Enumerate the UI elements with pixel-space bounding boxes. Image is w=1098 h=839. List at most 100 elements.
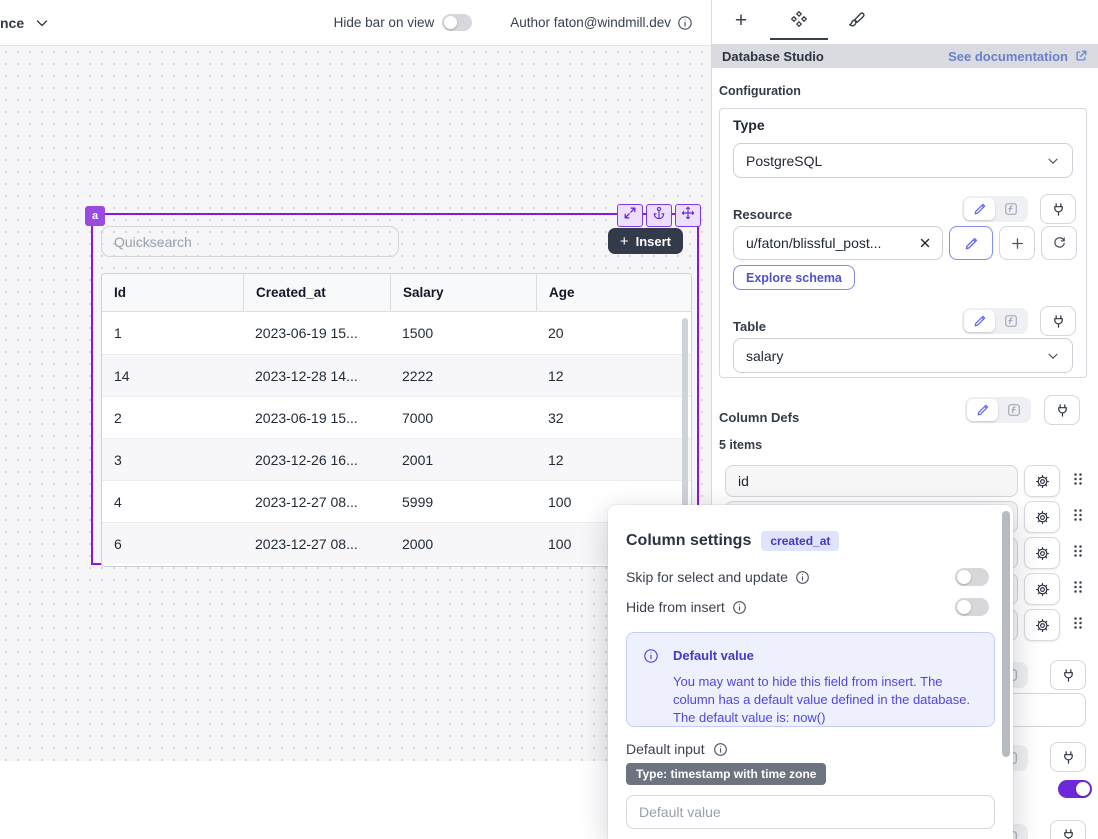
fx-icon <box>1007 403 1021 417</box>
gear-icon <box>1035 510 1050 525</box>
table-select[interactable]: salary <box>733 338 1073 373</box>
edit-resource-button[interactable] <box>949 226 993 260</box>
column-def-row: id <box>712 465 1098 497</box>
plug-icon <box>1051 314 1066 329</box>
drag-handle[interactable] <box>1070 471 1086 491</box>
see-documentation-link[interactable]: See documentation <box>948 49 1088 64</box>
coldefs-connect-button[interactable] <box>1044 395 1080 425</box>
static-mode-button[interactable] <box>964 198 995 220</box>
tab-styling[interactable] <box>828 0 886 40</box>
app-name-menu[interactable]: nce <box>0 15 50 31</box>
info-icon <box>643 648 659 664</box>
column-settings-button[interactable] <box>1024 609 1060 641</box>
resource-input[interactable]: u/faton/blissful_post... <box>733 226 943 260</box>
insert-button[interactable]: + Insert <box>608 228 683 254</box>
table-cell: 2023-12-28 14... <box>243 355 390 396</box>
static-mode-button[interactable] <box>967 399 998 421</box>
external-link-icon <box>1074 49 1088 63</box>
eval-mode-button[interactable] <box>995 198 1026 220</box>
drag-handle[interactable] <box>1070 615 1086 635</box>
info-icon[interactable] <box>732 600 747 615</box>
hide-bar-toggle[interactable] <box>442 14 472 31</box>
insert-button-label: Insert <box>636 234 671 249</box>
column-header[interactable]: Id <box>102 274 243 311</box>
editor-canvas[interactable]: a + Insert IdCreated_atSalaryAge 12023-0… <box>0 46 711 761</box>
chevron-down-icon <box>1046 154 1060 168</box>
table-connect-button[interactable] <box>1040 306 1076 336</box>
hide-from-insert-toggle[interactable] <box>955 598 989 616</box>
resource-label: Resource <box>733 207 792 222</box>
pencil-icon <box>973 202 987 216</box>
eval-mode-button[interactable] <box>998 399 1029 421</box>
info-icon[interactable] <box>795 570 810 585</box>
table-body: 12023-06-19 15...150020142023-12-28 14..… <box>102 312 691 564</box>
quicksearch-input[interactable] <box>101 226 399 257</box>
table-cell: 32 <box>536 397 691 438</box>
panel-tabs: + <box>712 0 1098 40</box>
info-icon[interactable] <box>677 15 693 31</box>
table-row[interactable]: 32023-12-26 16...200112 <box>102 438 691 480</box>
info-icon[interactable] <box>713 742 728 757</box>
modal-scrollbar[interactable] <box>1002 511 1010 757</box>
anchor-icon <box>652 206 666 225</box>
refresh-resource-button[interactable] <box>1041 226 1077 260</box>
clear-icon[interactable] <box>918 236 932 250</box>
table-row[interactable]: 42023-12-27 08...5999100 <box>102 480 691 522</box>
table-row[interactable]: 142023-12-28 14...222212 <box>102 354 691 396</box>
drag-handle[interactable] <box>1070 507 1086 527</box>
drag-handle[interactable] <box>1070 543 1086 563</box>
connect-button[interactable] <box>1050 742 1086 772</box>
components-icon <box>790 10 808 28</box>
connect-button[interactable] <box>1050 660 1086 690</box>
column-header[interactable]: Created_at <box>243 274 390 311</box>
gear-icon <box>1035 546 1050 561</box>
column-header[interactable]: Age <box>536 274 691 311</box>
default-value-input[interactable] <box>626 795 995 829</box>
resource-connect-button[interactable] <box>1040 194 1076 224</box>
default-input-label: Default input <box>626 741 705 757</box>
table-row[interactable]: 22023-06-19 15...700032 <box>102 396 691 438</box>
table-row[interactable]: 12023-06-19 15...150020 <box>102 312 691 354</box>
gear-icon <box>1035 474 1050 489</box>
skip-select-update-toggle[interactable] <box>955 568 989 586</box>
app-name-label: nce <box>0 15 24 31</box>
column-settings-button[interactable] <box>1024 501 1060 533</box>
grip-icon <box>1070 507 1086 523</box>
tab-insert-component[interactable]: + <box>712 0 770 40</box>
config-toggle-on[interactable] <box>1058 780 1092 798</box>
column-def-input[interactable]: id <box>725 465 1018 497</box>
skip-select-update-label: Skip for select and update <box>626 569 788 585</box>
tab-component-settings[interactable] <box>770 0 828 40</box>
column-header[interactable]: Salary <box>390 274 536 311</box>
eval-mode-button[interactable] <box>995 310 1026 332</box>
gear-icon <box>1035 618 1050 633</box>
connect-button[interactable] <box>1050 820 1086 839</box>
grip-icon <box>1070 471 1086 487</box>
type-select-value: PostgreSQL <box>746 153 822 169</box>
table-cell: 6 <box>102 523 243 564</box>
panel-title: Database Studio <box>722 49 824 64</box>
drag-handle[interactable] <box>1070 579 1086 599</box>
table-mode-group <box>962 308 1028 334</box>
component-id-tag[interactable]: a <box>85 206 105 226</box>
explore-schema-button[interactable]: Explore schema <box>733 265 855 290</box>
column-settings-button[interactable] <box>1024 465 1060 497</box>
column-name-badge: created_at <box>761 531 839 551</box>
static-mode-button[interactable] <box>964 310 995 332</box>
default-value-infobox: Default value You may want to hide this … <box>626 632 995 727</box>
expand-button[interactable] <box>617 204 643 227</box>
anchor-button[interactable] <box>646 204 672 227</box>
table-cell: 4 <box>102 481 243 522</box>
table-row[interactable]: 62023-12-27 08...2000100 <box>102 522 691 564</box>
chevron-down-icon <box>1046 349 1060 363</box>
table-cell: 14 <box>102 355 243 396</box>
panel-section-header: Database Studio See documentation <box>712 44 1098 68</box>
column-defs-label: Column Defs <box>719 410 799 425</box>
add-resource-button[interactable] <box>999 226 1035 260</box>
chevron-down-icon[interactable] <box>34 15 50 31</box>
table-cell: 2000 <box>390 523 536 564</box>
column-settings-button[interactable] <box>1024 573 1060 605</box>
move-button[interactable] <box>675 204 701 227</box>
column-settings-button[interactable] <box>1024 537 1060 569</box>
type-select[interactable]: PostgreSQL <box>733 143 1073 178</box>
